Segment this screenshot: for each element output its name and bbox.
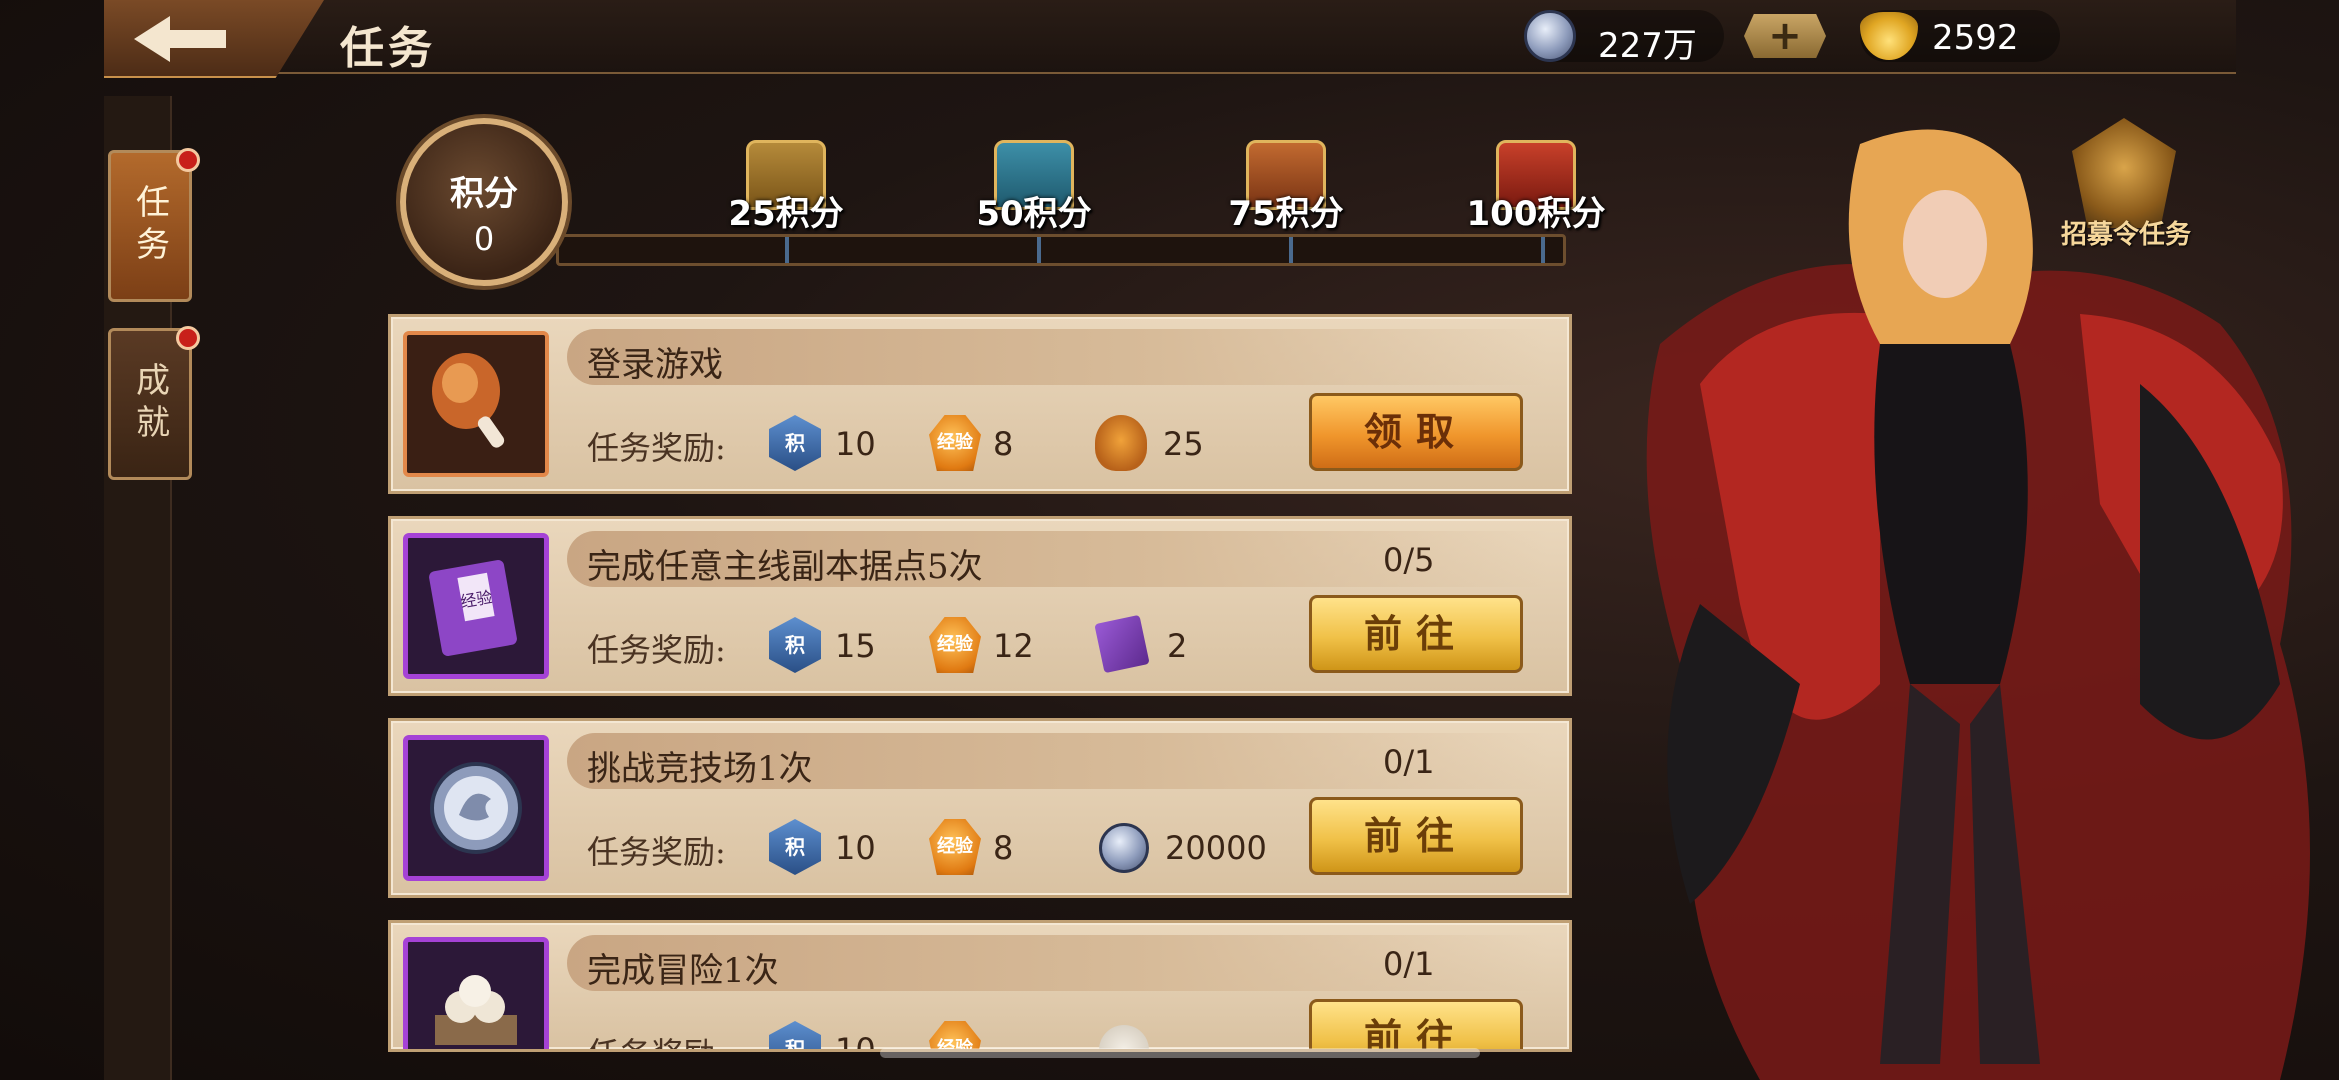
go-button[interactable]: 前往 xyxy=(1309,797,1523,875)
progress-tick xyxy=(1541,237,1545,263)
task-card: 完成冒险1次 0/1 任务奖励: 积 10 经验 前往 xyxy=(388,920,1572,1052)
reward-label: 任务奖励: xyxy=(587,631,726,669)
exp-icon: 经验 xyxy=(929,415,981,471)
roast-chicken-icon xyxy=(1095,415,1147,471)
exp-book-icon: 经验 xyxy=(403,533,549,679)
reward-label: 任务奖励: xyxy=(587,833,726,871)
score-progress-bar xyxy=(556,234,1566,266)
drumstick-icon xyxy=(403,331,549,477)
silver-coin-icon xyxy=(403,735,549,881)
reward-book: 2 xyxy=(1167,627,1188,665)
task-title: 完成任意主线副本据点5次 xyxy=(587,547,983,587)
reward-exp: 8 xyxy=(993,829,1014,867)
claim-button[interactable]: 领取 xyxy=(1309,393,1523,471)
score-value: 0 xyxy=(473,220,495,258)
reward-exp: 12 xyxy=(993,627,1034,665)
go-button[interactable]: 前往 xyxy=(1309,999,1523,1049)
exp-book-icon xyxy=(1094,614,1150,674)
score-circle: 积分 0 xyxy=(400,118,568,286)
reward-label: 任务奖励: xyxy=(587,1029,726,1049)
reward-food: 25 xyxy=(1163,425,1204,463)
exp-icon: 经验 xyxy=(929,819,981,875)
page-title: 任务 xyxy=(340,23,436,74)
task-title: 完成冒险1次 xyxy=(587,951,779,991)
task-progress: 0/1 xyxy=(1383,945,1435,983)
task-card: 经验 完成任意主线副本据点5次 0/5 任务奖励: 积 15 经验 12 2 前… xyxy=(388,516,1572,696)
back-arrow-icon xyxy=(134,16,226,62)
notification-dot xyxy=(176,326,200,350)
task-title: 登录游戏 xyxy=(587,345,723,385)
gold-amount: 2592 xyxy=(1932,18,2019,58)
milestone-label: 75积分 xyxy=(1228,194,1344,234)
reward-points: 10 xyxy=(835,425,876,463)
silver-coin-icon xyxy=(1099,823,1149,873)
reward-silver: 20000 xyxy=(1165,829,1267,867)
milestone-label: 50积分 xyxy=(976,194,1092,234)
notification-dot xyxy=(176,148,200,172)
points-icon: 积 xyxy=(769,819,821,875)
recruit-task-label[interactable]: 招募令任务 xyxy=(2044,214,2208,251)
points-icon: 积 xyxy=(769,415,821,471)
silver-coin-icon xyxy=(1524,10,1576,62)
tab-achievements[interactable]: 成就 xyxy=(108,328,192,480)
reward-points: 10 xyxy=(835,829,876,867)
buns-icon xyxy=(403,937,549,1049)
progress-tick xyxy=(1037,237,1041,263)
points-icon: 积 xyxy=(769,617,821,673)
progress-tick xyxy=(785,237,789,263)
reward-points: 10 xyxy=(835,1031,876,1052)
score-label: 积分 xyxy=(450,174,518,214)
task-card: 登录游戏 任务奖励: 积 10 经验 8 25 领取 xyxy=(388,314,1572,494)
tab-tasks[interactable]: 任务 xyxy=(108,150,192,302)
points-icon: 积 xyxy=(769,1021,821,1049)
go-button[interactable]: 前往 xyxy=(1309,595,1523,673)
reward-exp: 8 xyxy=(993,425,1014,463)
task-progress: 0/1 xyxy=(1383,743,1435,781)
reward-points: 15 xyxy=(835,627,876,665)
character-illustration xyxy=(1580,84,2339,1080)
task-card: 挑战竞技场1次 0/1 任务奖励: 积 10 经验 8 20000 前往 xyxy=(388,718,1572,898)
reward-label: 任务奖励: xyxy=(587,429,726,467)
add-currency-button[interactable]: + xyxy=(1744,14,1826,58)
silver-amount: 227万 xyxy=(1598,26,1697,66)
home-indicator xyxy=(880,1048,1480,1058)
milestone-label: 25积分 xyxy=(728,194,844,234)
task-progress: 0/5 xyxy=(1383,541,1435,579)
exp-icon: 经验 xyxy=(929,617,981,673)
task-title: 挑战竞技场1次 xyxy=(587,749,813,789)
progress-tick xyxy=(1289,237,1293,263)
